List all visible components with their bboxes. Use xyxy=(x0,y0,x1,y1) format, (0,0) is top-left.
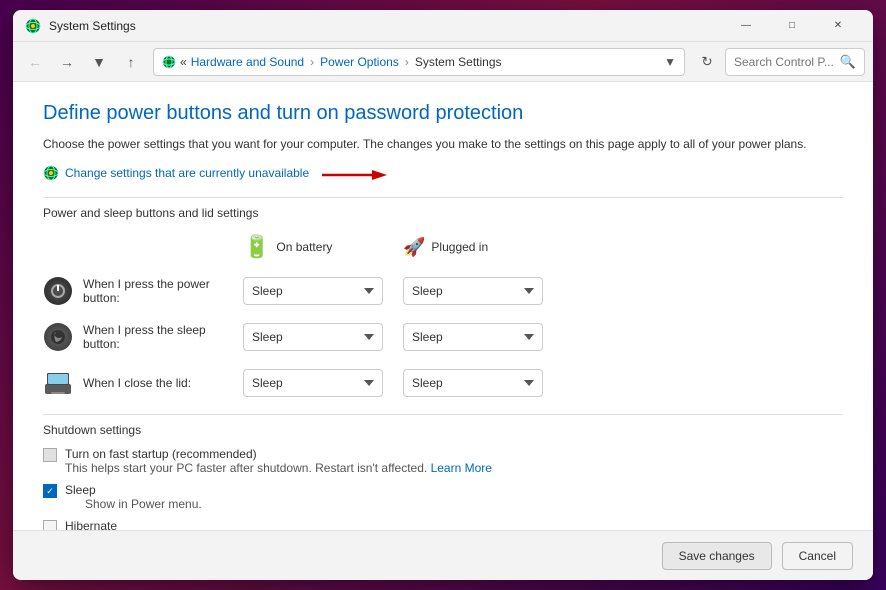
window-controls: — □ ✕ xyxy=(723,10,861,42)
divider-1 xyxy=(43,197,843,198)
fast-startup-text: Turn on fast startup (recommended) This … xyxy=(65,447,492,475)
shield-icon xyxy=(43,165,59,181)
forward-button[interactable]: → xyxy=(53,48,81,76)
laptop-lid-icon xyxy=(43,370,73,396)
sleep-button-selects: Sleep Hibernate Shut down Turn off the d… xyxy=(243,323,543,351)
sleep-button-row: When I press the sleep button: Sleep Hib… xyxy=(43,322,843,352)
power-table-header: 🔋 On battery 🚀 Plugged in xyxy=(243,234,843,260)
hibernate-option: Hibernate xyxy=(43,519,843,530)
battery-icon: 🔋 xyxy=(243,234,270,260)
lid-close-icon xyxy=(43,368,73,398)
address-dropdown-icon[interactable]: ▼ xyxy=(664,55,676,69)
breadcrumb-sep1: › xyxy=(310,55,314,69)
power-button-label: When I press the power button: xyxy=(43,276,243,306)
sleep-checkbox[interactable] xyxy=(43,484,57,498)
lid-close-row-label: When I close the lid: xyxy=(83,376,191,390)
save-button[interactable]: Save changes xyxy=(662,542,772,570)
breadcrumb-hardware[interactable]: Hardware and Sound xyxy=(191,55,304,69)
sleep-symbol-icon xyxy=(50,329,66,345)
power-button-icon xyxy=(43,276,73,306)
up-button[interactable]: ↑ xyxy=(117,48,145,76)
sleep-button-icon xyxy=(43,322,73,352)
back-button[interactable]: ← xyxy=(21,48,49,76)
page-heading: Define power buttons and turn on passwor… xyxy=(43,102,843,125)
power-symbol-icon xyxy=(50,283,66,299)
power-button-selects: Sleep Hibernate Shut down Turn off the d… xyxy=(243,277,543,305)
hibernate-label: Hibernate xyxy=(65,519,117,530)
fast-startup-label: Turn on fast startup (recommended) xyxy=(65,447,492,461)
main-content: Define power buttons and turn on passwor… xyxy=(13,82,873,530)
column-header-plugged: 🚀 Plugged in xyxy=(403,237,563,258)
sleep-button-plugged-select[interactable]: Sleep Hibernate Shut down Turn off the d… xyxy=(403,323,543,351)
search-input[interactable] xyxy=(734,55,836,69)
pluggedin-icon: 🚀 xyxy=(403,237,425,258)
close-button[interactable]: ✕ xyxy=(815,10,861,42)
minimize-button[interactable]: — xyxy=(723,10,769,42)
section1-title: Power and sleep buttons and lid settings xyxy=(43,206,843,220)
sleep-button-battery-select[interactable]: Sleep Hibernate Shut down Turn off the d… xyxy=(243,323,383,351)
breadcrumb-sep2: › xyxy=(405,55,409,69)
divider-2 xyxy=(43,414,843,415)
sleep-option: Sleep Show in Power menu. xyxy=(43,483,843,511)
power-button-battery-select[interactable]: Sleep Hibernate Shut down Turn off the d… xyxy=(243,277,383,305)
red-arrow-indicator xyxy=(317,165,387,185)
app-icon xyxy=(25,18,41,34)
maximize-button[interactable]: □ xyxy=(769,10,815,42)
power-button-row: When I press the power button: Sleep Hib… xyxy=(43,276,843,306)
hibernate-text: Hibernate xyxy=(65,519,117,530)
sleep-button-row-label: When I press the sleep button: xyxy=(83,323,243,351)
sleep-option-label: Sleep xyxy=(65,483,202,497)
search-icon: 🔍 xyxy=(840,54,856,70)
lid-close-row: When I close the lid: Sleep Hibernate Sh… xyxy=(43,368,843,398)
lid-close-selects: Sleep Hibernate Shut down Turn off the d… xyxy=(243,369,543,397)
sleep-sub-text: Show in Power menu. xyxy=(85,497,202,511)
power-button-row-label: When I press the power button: xyxy=(83,277,243,305)
breadcrumb-current: System Settings xyxy=(415,55,502,69)
change-settings-link[interactable]: Change settings that are currently unava… xyxy=(43,165,309,181)
refresh-button[interactable]: ↻ xyxy=(693,48,721,76)
change-settings-label: Change settings that are currently unava… xyxy=(65,166,309,180)
lid-close-battery-select[interactable]: Sleep Hibernate Shut down Turn off the d… xyxy=(243,369,383,397)
sleep-text: Sleep Show in Power menu. xyxy=(65,483,202,511)
breadcrumb-prefix: « xyxy=(180,55,187,69)
main-window: System Settings — □ ✕ ← → ▼ ↑ « Hardware… xyxy=(13,10,873,580)
lid-close-label: When I close the lid: xyxy=(43,368,243,398)
sleep-button-label: When I press the sleep button: xyxy=(43,322,243,352)
lid-close-plugged-select[interactable]: Sleep Hibernate Shut down Turn off the d… xyxy=(403,369,543,397)
column-header-battery: 🔋 On battery xyxy=(243,234,403,260)
window-title: System Settings xyxy=(49,19,723,33)
address-globe-icon xyxy=(162,55,176,69)
breadcrumb-power-options[interactable]: Power Options xyxy=(320,55,399,69)
search-bar[interactable]: 🔍 xyxy=(725,48,865,76)
fast-startup-checkbox[interactable] xyxy=(43,448,57,462)
power-button-plugged-select[interactable]: Sleep Hibernate Shut down Turn off the d… xyxy=(403,277,543,305)
hibernate-checkbox[interactable] xyxy=(43,520,57,530)
column-battery-label: On battery xyxy=(276,240,332,254)
footer: Save changes Cancel xyxy=(13,530,873,580)
fast-startup-desc: This helps start your PC faster after sh… xyxy=(65,461,492,475)
shutdown-title: Shutdown settings xyxy=(43,423,843,437)
address-bar[interactable]: « Hardware and Sound › Power Options › S… xyxy=(153,48,685,76)
description: Choose the power settings that you want … xyxy=(43,135,843,153)
cancel-button[interactable]: Cancel xyxy=(782,542,853,570)
dropdown-button[interactable]: ▼ xyxy=(85,48,113,76)
learn-more-link[interactable]: Learn More xyxy=(431,461,492,475)
fast-startup-option: Turn on fast startup (recommended) This … xyxy=(43,447,843,475)
titlebar: System Settings — □ ✕ xyxy=(13,10,873,42)
navbar: ← → ▼ ↑ « Hardware and Sound › Power Opt… xyxy=(13,42,873,82)
column-pluggedin-label: Plugged in xyxy=(431,240,488,254)
